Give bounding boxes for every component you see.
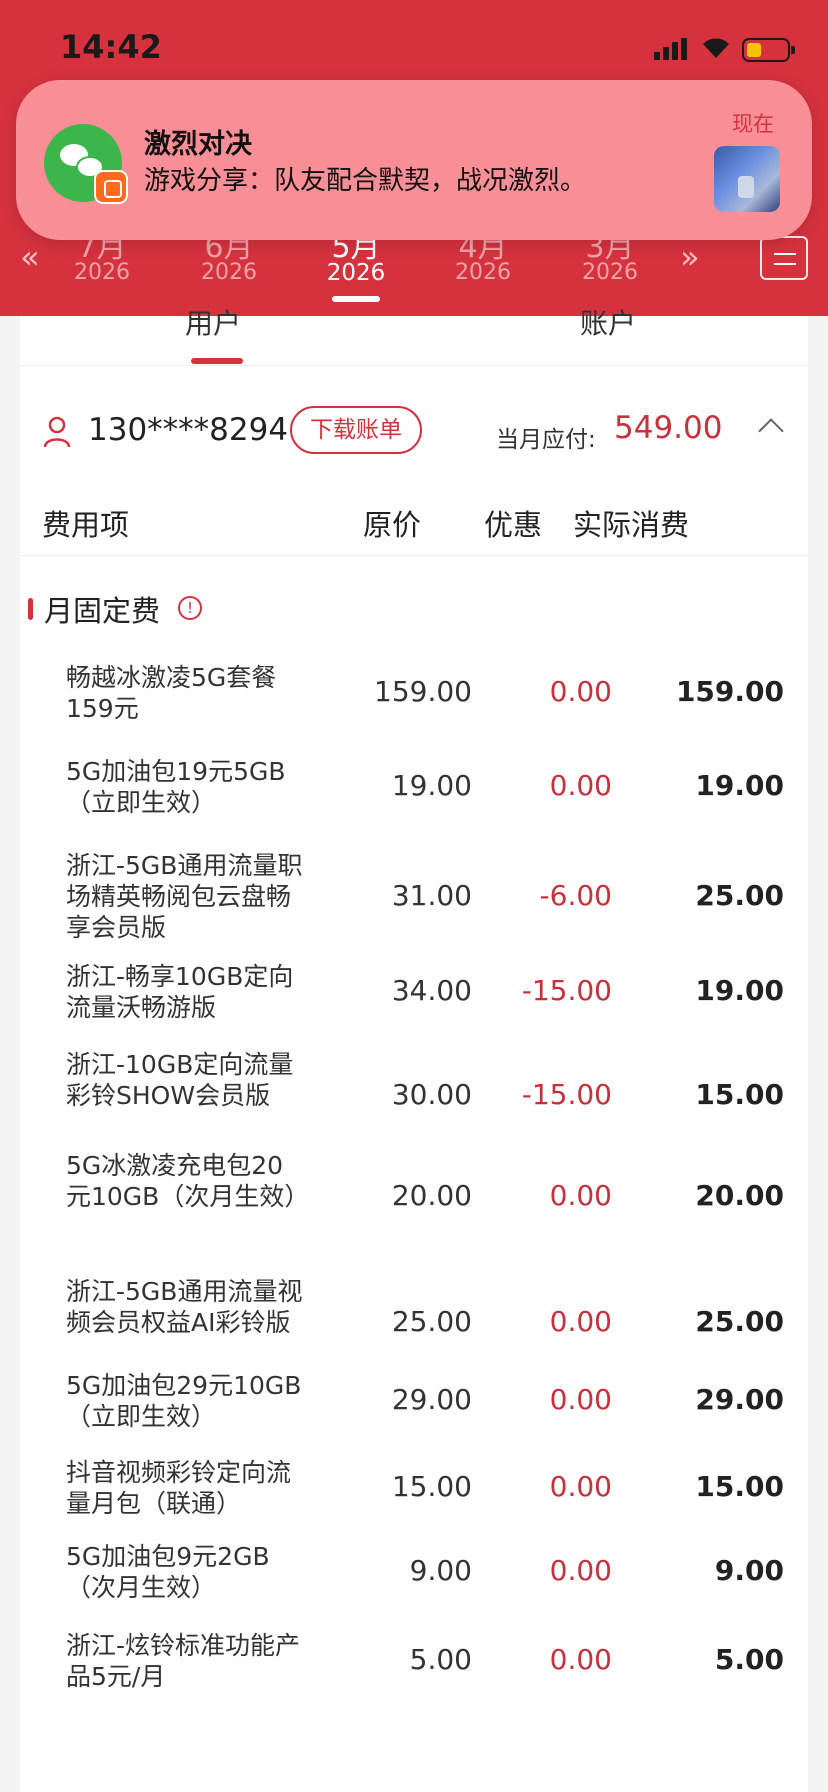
kuaishou-icon xyxy=(94,170,128,204)
fee-actual-amount: 19.00 xyxy=(695,769,784,802)
fee-item-name: 浙江-5GB通用流量视频会员权益AI彩铃版 xyxy=(66,1277,303,1337)
bill-card: 用户 账户 130****8294 下载账单 当月应付: 549.00 费用项 … xyxy=(20,307,808,1792)
notification-banner[interactable]: 激烈对决 游戏分享：队友配合默契，战况激烈。 现在 xyxy=(16,80,812,240)
tab-account[interactable]: 账户 xyxy=(580,302,636,342)
fee-actual-amount: 5.00 xyxy=(714,1643,784,1676)
fee-discount: -15.00 xyxy=(521,1077,612,1111)
fee-row: 抖音视频彩铃定向流量月包（联通） 15.00 0.00 15.00 xyxy=(20,1457,808,1519)
fee-discount: 0.00 xyxy=(549,769,612,802)
amount-due-value: 549.00 xyxy=(614,410,723,446)
fee-item-name: 浙江-畅享10GB定向流量沃畅游版 xyxy=(66,962,294,1022)
fee-discount: 0.00 xyxy=(549,675,612,708)
fee-actual-amount: 159.00 xyxy=(675,675,784,708)
amount-due-label: 当月应付: xyxy=(496,427,596,453)
fee-discount: -6.00 xyxy=(539,878,612,912)
account-row: 130****8294 下载账单 当月应付: 549.00 xyxy=(20,402,808,462)
fee-row: 5G冰激凌充电包20元10GB（次月生效） 20.00 0.00 20.00 xyxy=(20,1150,808,1243)
fee-item-name: 5G冰激凌充电包20元10GB（次月生效） xyxy=(66,1151,310,1211)
header-item: 费用项 xyxy=(42,508,130,542)
battery-icon xyxy=(742,38,795,62)
status-time: 14:42 xyxy=(60,28,162,66)
fee-item-name: 浙江-5GB通用流量职场精英畅阅包云盘畅享会员版 xyxy=(66,851,303,942)
fee-discount: 0.00 xyxy=(549,1643,612,1676)
fee-actual-amount: 9.00 xyxy=(714,1554,784,1587)
fee-actual-amount: 19.00 xyxy=(695,974,784,1007)
fee-original-price: 30.00 xyxy=(391,1077,472,1111)
cellular-signal-icon xyxy=(654,38,688,60)
fee-original-price: 25.00 xyxy=(391,1304,472,1338)
tab-user[interactable]: 用户 xyxy=(185,302,241,342)
fee-row: 浙江-畅享10GB定向流量沃畅游版 34.00 -15.00 19.00 xyxy=(20,961,808,1023)
info-icon[interactable]: ! xyxy=(178,596,202,620)
fee-original-price: 31.00 xyxy=(391,878,472,912)
fee-row: 5G加油包9元2GB（次月生效） 9.00 0.00 9.00 xyxy=(20,1541,808,1603)
fee-item-name: 畅越冰激凌5G套餐159元 xyxy=(66,663,277,723)
header-actual: 实际消费 xyxy=(573,508,690,542)
fee-row: 浙江-5GB通用流量视频会员权益AI彩铃版 25.00 0.00 25.00 xyxy=(20,1276,808,1369)
table-header: 费用项 原价 优惠 实际消费 xyxy=(20,494,808,556)
fee-row: 5G加油包19元5GB（立即生效） 19.00 0.00 19.00 xyxy=(20,756,808,818)
fee-original-price: 159.00 xyxy=(374,675,472,708)
fee-original-price: 19.00 xyxy=(391,769,472,802)
fee-actual-amount: 20.00 xyxy=(695,1178,784,1212)
fee-item-name: 浙江-炫铃标准功能产品5元/月 xyxy=(66,1631,301,1691)
fee-item-name: 浙江-10GB定向流量彩铃SHOW会员版 xyxy=(66,1050,294,1110)
user-icon xyxy=(43,416,71,448)
fee-discount: 0.00 xyxy=(549,1470,612,1503)
fee-item-name: 抖音视频彩铃定向流量月包（联通） xyxy=(66,1458,292,1518)
fee-discount: 0.00 xyxy=(549,1178,612,1212)
fee-actual-amount: 25.00 xyxy=(695,878,784,912)
fee-actual-amount: 25.00 xyxy=(695,1304,784,1338)
header-original: 原价 xyxy=(363,508,422,542)
fee-actual-amount: 29.00 xyxy=(695,1383,784,1416)
fee-original-price: 34.00 xyxy=(391,974,472,1007)
fee-original-price: 29.00 xyxy=(391,1383,472,1416)
fee-row: 浙江-10GB定向流量彩铃SHOW会员版 30.00 -15.00 15.00 xyxy=(20,1049,808,1142)
tab-bar: 用户 账户 xyxy=(20,307,808,366)
fee-discount: 0.00 xyxy=(549,1554,612,1587)
fee-original-price: 15.00 xyxy=(391,1470,472,1503)
phone-number: 130****8294 xyxy=(88,412,289,448)
fee-row: 5G加油包29元10GB（立即生效） 29.00 0.00 29.00 xyxy=(20,1370,808,1432)
notification-time: 现在 xyxy=(732,112,774,136)
active-tab-indicator xyxy=(191,358,243,364)
notification-body: 游戏分享：队友配合默契，战况激烈。 xyxy=(144,166,587,196)
fee-original-price: 20.00 xyxy=(391,1178,472,1212)
download-bill-button[interactable]: 下载账单 xyxy=(290,406,422,454)
fee-item-name: 5G加油包9元2GB（次月生效） xyxy=(66,1542,270,1602)
notification-thumbnail xyxy=(714,146,780,212)
status-bar: 14:42 xyxy=(0,0,828,92)
fee-original-price: 9.00 xyxy=(409,1554,472,1587)
fee-item-name: 5G加油包29元10GB（立即生效） xyxy=(66,1371,302,1431)
next-month-arrow[interactable]: » xyxy=(680,238,700,276)
fee-row: 浙江-5GB通用流量职场精英畅阅包云盘畅享会员版 31.00 -6.00 25.00 xyxy=(20,850,808,943)
fee-row: 畅越冰激凌5G套餐159元 159.00 0.00 159.00 xyxy=(20,662,808,724)
fee-discount: 0.00 xyxy=(549,1304,612,1338)
header-discount: 优惠 xyxy=(484,508,543,542)
fee-discount: -15.00 xyxy=(521,974,612,1007)
calendar-icon[interactable] xyxy=(760,236,808,280)
notification-title: 激烈对决 xyxy=(144,129,252,160)
fee-original-price: 5.00 xyxy=(409,1643,472,1676)
section-title: 月固定费 xyxy=(44,594,161,628)
chevron-up-icon[interactable] xyxy=(758,418,784,444)
section-marker xyxy=(28,598,33,620)
fee-actual-amount: 15.00 xyxy=(695,1077,784,1111)
wifi-icon xyxy=(700,34,732,60)
prev-month-arrow[interactable]: « xyxy=(20,238,40,276)
fee-discount: 0.00 xyxy=(549,1383,612,1416)
fee-item-name: 5G加油包19元5GB（立即生效） xyxy=(66,757,286,817)
fee-row: 浙江-炫铃标准功能产品5元/月 5.00 0.00 5.00 xyxy=(20,1630,808,1692)
fee-actual-amount: 15.00 xyxy=(695,1470,784,1503)
